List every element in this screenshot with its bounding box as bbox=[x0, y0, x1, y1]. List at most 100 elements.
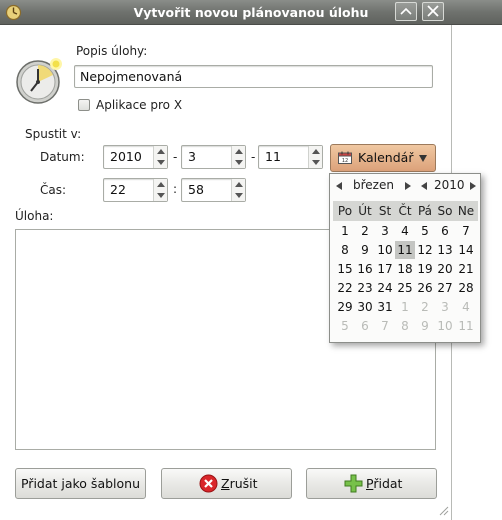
close-icon bbox=[427, 5, 439, 17]
hour-spinbutton[interactable]: 22 bbox=[103, 178, 168, 202]
calendar-day[interactable]: 14 bbox=[456, 241, 476, 259]
spin-up-icon[interactable] bbox=[235, 149, 243, 154]
resize-grip-icon[interactable] bbox=[437, 504, 449, 516]
prev-month-icon[interactable] bbox=[336, 182, 342, 190]
dropdown-arrow-icon bbox=[419, 155, 427, 162]
calendar-day[interactable]: 6 bbox=[355, 317, 375, 335]
calendar-day[interactable]: 9 bbox=[355, 241, 375, 259]
calendar-day[interactable]: 1 bbox=[395, 298, 415, 316]
date-label: Datum: bbox=[40, 150, 85, 164]
day-value[interactable]: 11 bbox=[265, 146, 281, 168]
add-as-template-button[interactable]: Přidat jako šablonu bbox=[15, 468, 146, 499]
task-label: Úloha: bbox=[15, 209, 54, 223]
calendar-day[interactable]: 30 bbox=[355, 298, 375, 316]
calendar-day[interactable]: 9 bbox=[415, 317, 435, 335]
calendar-day[interactable]: 4 bbox=[395, 222, 415, 240]
weekday-label: Čt bbox=[398, 204, 412, 218]
x-app-checkbox[interactable] bbox=[78, 99, 90, 111]
calendar-day[interactable]: 5 bbox=[415, 222, 435, 240]
svg-text:12: 12 bbox=[342, 158, 348, 164]
spin-down-icon[interactable] bbox=[235, 193, 243, 198]
calendar-day[interactable]: 1 bbox=[335, 222, 355, 240]
spin-up-icon[interactable] bbox=[235, 182, 243, 187]
calendar-day[interactable]: 24 bbox=[375, 279, 395, 297]
weekday-label: So bbox=[437, 204, 453, 218]
clock-alarm-icon bbox=[16, 58, 62, 104]
calendar-day[interactable]: 20 bbox=[435, 260, 455, 278]
calendar-day[interactable]: 28 bbox=[456, 279, 476, 297]
year-value[interactable]: 2010 bbox=[110, 146, 142, 168]
spin-down-icon[interactable] bbox=[157, 160, 165, 165]
run-at-label: Spustit v: bbox=[25, 127, 82, 141]
calendar-day[interactable]: 10 bbox=[435, 317, 455, 335]
next-year-icon[interactable] bbox=[470, 182, 476, 190]
title-bar[interactable]: Vytvořit novou plánovanou úlohu bbox=[0, 0, 502, 25]
next-month-icon[interactable] bbox=[405, 182, 411, 190]
hour-value[interactable]: 22 bbox=[110, 179, 126, 201]
year-spinbutton[interactable]: 2010 bbox=[103, 145, 168, 169]
spin-up-icon[interactable] bbox=[157, 182, 165, 187]
calendar-day[interactable]: 25 bbox=[395, 279, 415, 297]
cancel-icon bbox=[199, 474, 218, 493]
calendar-day[interactable]: 2 bbox=[415, 298, 435, 316]
calendar-day[interactable]: 23 bbox=[355, 279, 375, 297]
date-separator: - bbox=[173, 150, 178, 164]
prev-year-icon[interactable] bbox=[421, 182, 427, 190]
calendar-day-selected[interactable]: 11 bbox=[395, 241, 415, 259]
calendar-day[interactable]: 3 bbox=[375, 222, 395, 240]
calendar-toggle-button[interactable]: 12 Kalendář bbox=[330, 144, 436, 172]
month-value[interactable]: 3 bbox=[188, 146, 196, 168]
calendar-day[interactable]: 8 bbox=[395, 317, 415, 335]
add-button[interactable]: Přidat bbox=[306, 468, 437, 499]
x-app-checkbox-label[interactable]: Aplikace pro X bbox=[96, 98, 182, 112]
month-spin-arrows[interactable] bbox=[231, 146, 245, 168]
calendar-day[interactable]: 21 bbox=[456, 260, 476, 278]
calendar-day[interactable]: 22 bbox=[335, 279, 355, 297]
calendar-day[interactable]: 27 bbox=[435, 279, 455, 297]
calendar-day[interactable]: 13 bbox=[435, 241, 455, 259]
weekday-label: Pá bbox=[417, 204, 433, 218]
calendar-day[interactable]: 7 bbox=[456, 222, 476, 240]
calendar-day[interactable]: 6 bbox=[435, 222, 455, 240]
calendar-day[interactable]: 31 bbox=[375, 298, 395, 316]
add-as-template-label: Přidat jako šablonu bbox=[20, 476, 141, 491]
calendar-day[interactable]: 4 bbox=[456, 298, 476, 316]
spin-up-icon[interactable] bbox=[312, 149, 320, 154]
calendar-day[interactable]: 7 bbox=[375, 317, 395, 335]
calendar-day[interactable]: 29 bbox=[335, 298, 355, 316]
minute-value[interactable]: 58 bbox=[188, 179, 204, 201]
dialog-window: Vytvořit novou plánovanou úlohu Popis úl… bbox=[0, 0, 502, 520]
minimize-button[interactable] bbox=[395, 2, 417, 21]
spin-down-icon[interactable] bbox=[312, 160, 320, 165]
calendar-day[interactable]: 11 bbox=[456, 317, 476, 335]
calendar-day[interactable]: 5 bbox=[335, 317, 355, 335]
calendar-day[interactable]: 26 bbox=[415, 279, 435, 297]
minute-spin-arrows[interactable] bbox=[231, 179, 245, 201]
cancel-button[interactable]: Zrušit bbox=[161, 468, 292, 499]
calendar-day[interactable]: 19 bbox=[415, 260, 435, 278]
year-spin-arrows[interactable] bbox=[153, 146, 167, 168]
spin-up-icon[interactable] bbox=[157, 149, 165, 154]
month-spinbutton[interactable]: 3 bbox=[181, 145, 246, 169]
minute-spinbutton[interactable]: 58 bbox=[181, 178, 246, 202]
day-spinbutton[interactable]: 11 bbox=[258, 145, 323, 169]
day-spin-arrows[interactable] bbox=[308, 146, 322, 168]
calendar-day[interactable]: 18 bbox=[395, 260, 415, 278]
calendar-icon: 12 bbox=[338, 151, 352, 164]
calendar-day[interactable]: 10 bbox=[375, 241, 395, 259]
calendar-day[interactable]: 12 bbox=[415, 241, 435, 259]
calendar-day[interactable]: 8 bbox=[335, 241, 355, 259]
close-button[interactable] bbox=[422, 2, 444, 21]
cancel-label: Zrušit bbox=[221, 476, 258, 491]
time-label: Čas: bbox=[40, 183, 67, 197]
calendar-day[interactable]: 3 bbox=[435, 298, 455, 316]
calendar-button-label: Kalendář bbox=[358, 150, 414, 165]
spin-down-icon[interactable] bbox=[235, 160, 243, 165]
calendar-day[interactable]: 16 bbox=[355, 260, 375, 278]
calendar-day[interactable]: 15 bbox=[335, 260, 355, 278]
calendar-day[interactable]: 17 bbox=[375, 260, 395, 278]
description-input[interactable]: Nepojmenovaná bbox=[74, 65, 433, 88]
spin-down-icon[interactable] bbox=[157, 193, 165, 198]
calendar-day[interactable]: 2 bbox=[355, 222, 375, 240]
hour-spin-arrows[interactable] bbox=[153, 179, 167, 201]
